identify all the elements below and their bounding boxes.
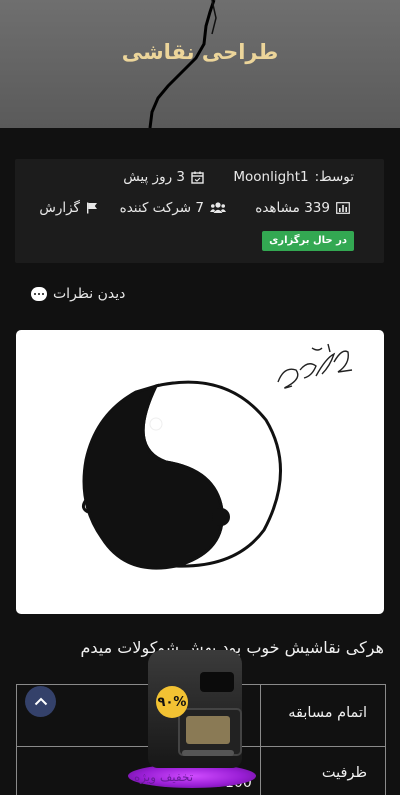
sale-badge: ۹۰% [156,686,188,718]
view-comments-link[interactable]: دیدن نظرات [31,286,125,302]
table-divider [260,685,261,795]
chevron-up-icon [34,697,47,706]
table-row-label: اتمام مسابقه [288,705,367,721]
ad-disc-text: تخفیف ویژه [134,770,194,784]
time-row: 3 روز پیش [123,169,204,185]
users-icon [210,202,226,213]
report-link[interactable]: گزارش [39,200,98,216]
header-crack-decoration [148,0,217,128]
chart-icon [336,202,350,214]
author-row: توسط: Moonlight1 [233,169,354,185]
scroll-to-top-button[interactable] [25,686,56,717]
author-name[interactable]: Moonlight1 [233,169,308,185]
handwritten-word [277,343,353,389]
flag-icon [87,202,97,214]
participants-count: 7 شرکت کننده [119,200,204,216]
table-row-label: ظرفیت [321,765,367,781]
participants-row: 7 شرکت کننده [120,200,226,216]
view-comments-label: دیدن نظرات [53,286,126,302]
status-badge: در حال برگزاری [262,231,354,251]
fryer-window [186,716,230,744]
yin-yang-sketch [81,343,353,570]
report-label: گزارش [39,200,80,216]
author-label: توسط: [314,169,354,185]
page-header: طراحی نقاشی [0,0,400,128]
calendar-icon [191,171,204,184]
views-count: 339 مشاهده [255,200,330,216]
contest-info-card: توسط: Moonlight1 3 روز پیش 339 مشاهده 7 … [15,159,384,263]
contest-drawing-image [16,330,384,614]
page-title: طراحی نقاشی [121,40,279,64]
fryer-panel [200,672,234,692]
floating-ad-banner[interactable]: تخفیف ویژه ۹۰% [128,650,256,788]
fryer-handle [182,750,234,756]
comment-icon [31,287,47,301]
time-ago: 3 روز پیش [123,169,185,185]
views-row: 339 مشاهده [255,200,350,216]
